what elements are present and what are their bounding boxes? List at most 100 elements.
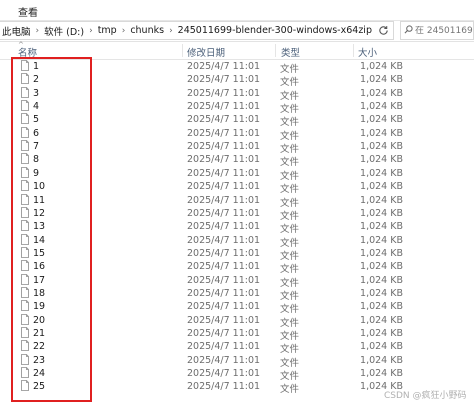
file-icon [21, 166, 29, 178]
file-icon [21, 380, 29, 392]
file-row[interactable]: 20 2025/4/7 11:01 文件 1,024 KB [0, 313, 474, 329]
breadcrumb-separator[interactable]: › [119, 26, 129, 36]
file-name: 1 [33, 61, 40, 72]
file-row[interactable]: 18 2025/4/7 11:01 文件 1,024 KB [0, 287, 474, 302]
file-size: 1,024 KB [360, 167, 403, 179]
breadcrumb-separator[interactable]: › [33, 26, 43, 36]
file-row[interactable]: 22 2025/4/7 11:01 文件 1,024 KB [0, 340, 474, 355]
search-box[interactable] [400, 21, 474, 40]
file-name: 20 [33, 314, 46, 326]
file-modified: 2025/4/7 11:01 [187, 274, 261, 286]
file-name: 12 [33, 207, 46, 219]
column-type[interactable]: 类型 [281, 45, 300, 59]
file-modified: 2025/4/7 11:01 [187, 234, 261, 246]
file-row[interactable]: 16 2025/4/7 11:01 文件 1,024 KB [0, 260, 474, 275]
file-name: 6 [33, 127, 40, 139]
column-modified[interactable]: 修改日期 [187, 45, 225, 59]
file-size: 1,024 KB [360, 301, 403, 313]
file-modified: 2025/4/7 11:01 [187, 341, 261, 353]
file-row[interactable]: 6 2025/4/7 11:01 文件 1,024 KB [0, 126, 474, 142]
file-modified: 2025/4/7 11:01 [187, 381, 261, 393]
file-size: 1,024 KB [360, 61, 403, 72]
file-icon [21, 220, 29, 232]
file-row[interactable]: 13 2025/4/7 11:01 文件 1,024 KB [0, 220, 474, 235]
file-icon [21, 73, 29, 85]
breadcrumb-item[interactable]: chunks [128, 25, 166, 36]
file-row[interactable]: 17 2025/4/7 11:01 文件 1,024 KB [0, 273, 474, 289]
file-name: 9 [33, 167, 40, 179]
file-icon [21, 260, 29, 272]
file-size: 1,024 KB [360, 194, 403, 206]
file-row[interactable]: 4 2025/4/7 11:01 文件 1,024 KB [0, 100, 474, 115]
file-icon [21, 60, 29, 71]
file-modified: 2025/4/7 11:01 [187, 141, 261, 153]
file-name: 14 [33, 234, 46, 246]
file-row[interactable]: 19 2025/4/7 11:01 文件 1,024 KB [0, 300, 474, 315]
file-row[interactable]: 23 2025/4/7 11:01 文件 1,024 KB [0, 353, 474, 369]
breadcrumb[interactable]: 此电脑 › 软件 (D:) › tmp › chunks › 245011699-blender… [0, 21, 394, 40]
file-icon [21, 100, 29, 111]
file-row[interactable]: 1 2025/4/7 11:01 文件 1,024 KB [0, 60, 474, 75]
file-name: 7 [33, 141, 40, 153]
file-modified: 2025/4/7 11:01 [187, 114, 261, 126]
file-name: 5 [33, 114, 40, 126]
column-divider[interactable] [182, 44, 183, 57]
file-row[interactable]: 7 2025/4/7 11:01 文件 1,024 KB [0, 140, 474, 155]
file-row[interactable]: 12 2025/4/7 11:01 文件 1,024 KB [0, 206, 474, 222]
file-size: 1,024 KB [360, 87, 403, 99]
file-size: 1,024 KB [360, 247, 403, 259]
breadcrumb-separator[interactable]: › [86, 26, 96, 36]
file-icon [21, 140, 29, 151]
file-modified: 2025/4/7 11:01 [187, 368, 261, 380]
address-bar: 此电脑 › 软件 (D:) › tmp › chunks › 245011699-blender… [0, 21, 474, 42]
breadcrumb-item[interactable]: 245011699-blender-300-windows-x64zip [176, 25, 374, 36]
file-name: 13 [33, 221, 46, 233]
breadcrumb-item[interactable]: 软件 (D:) [42, 24, 86, 38]
file-name: 17 [33, 274, 46, 286]
file-size: 1,024 KB [360, 261, 403, 273]
column-divider[interactable] [275, 44, 276, 57]
search-icon [401, 24, 415, 37]
column-name[interactable]: 名称 [18, 45, 37, 59]
file-modified: 2025/4/7 11:01 [187, 74, 261, 86]
file-icon [21, 327, 29, 338]
file-name: 25 [33, 381, 46, 393]
column-divider[interactable] [353, 44, 354, 57]
file-name: 23 [33, 354, 46, 366]
file-type: 文件 [280, 384, 300, 396]
file-modified: 2025/4/7 11:01 [187, 127, 261, 139]
file-size: 1,024 KB [360, 207, 403, 219]
file-row[interactable]: 11 2025/4/7 11:01 文件 1,024 KB [0, 193, 474, 209]
file-size: 1,024 KB [360, 141, 403, 153]
column-size[interactable]: 大小 [358, 45, 377, 59]
breadcrumb-separator[interactable]: › [166, 26, 176, 36]
menu-view[interactable]: 查看 [18, 4, 38, 19]
file-size: 1,024 KB [360, 127, 403, 139]
file-row[interactable]: 2 2025/4/7 11:01 文件 1,024 KB [0, 73, 474, 88]
file-icon [21, 300, 29, 312]
file-modified: 2025/4/7 11:01 [187, 181, 261, 193]
refresh-icon[interactable] [374, 22, 392, 39]
file-icon [21, 113, 29, 125]
file-row[interactable]: 10 2025/4/7 11:01 文件 1,024 KB [0, 180, 474, 195]
breadcrumb-item[interactable]: tmp [96, 25, 119, 36]
file-modified: 2025/4/7 11:01 [187, 154, 261, 166]
file-row[interactable]: 8 2025/4/7 11:01 文件 1,024 KB [0, 153, 474, 168]
file-row[interactable]: 15 2025/4/7 11:01 文件 1,024 KB [0, 246, 474, 262]
file-size: 1,024 KB [360, 114, 403, 126]
file-row[interactable]: 14 2025/4/7 11:01 文件 1,024 KB [0, 233, 474, 249]
file-size: 1,024 KB [360, 181, 403, 193]
file-modified: 2025/4/7 11:01 [187, 221, 261, 233]
file-row[interactable]: 3 2025/4/7 11:01 文件 1,024 KB [0, 86, 474, 102]
file-row[interactable]: 9 2025/4/7 11:01 文件 1,024 KB [0, 166, 474, 182]
file-row[interactable]: 24 2025/4/7 11:01 文件 1,024 KB [0, 367, 474, 382]
file-size: 1,024 KB [360, 274, 403, 286]
file-row[interactable]: 21 2025/4/7 11:01 文件 1,024 KB [0, 327, 474, 342]
file-row[interactable]: 5 2025/4/7 11:01 文件 1,024 KB [0, 113, 474, 128]
search-input[interactable] [415, 25, 473, 36]
file-modified: 2025/4/7 11:01 [187, 247, 261, 259]
file-size: 1,024 KB [360, 154, 403, 166]
breadcrumb-item[interactable]: 此电脑 [0, 24, 33, 38]
file-name: 24 [33, 368, 46, 380]
file-name: 21 [33, 328, 46, 339]
